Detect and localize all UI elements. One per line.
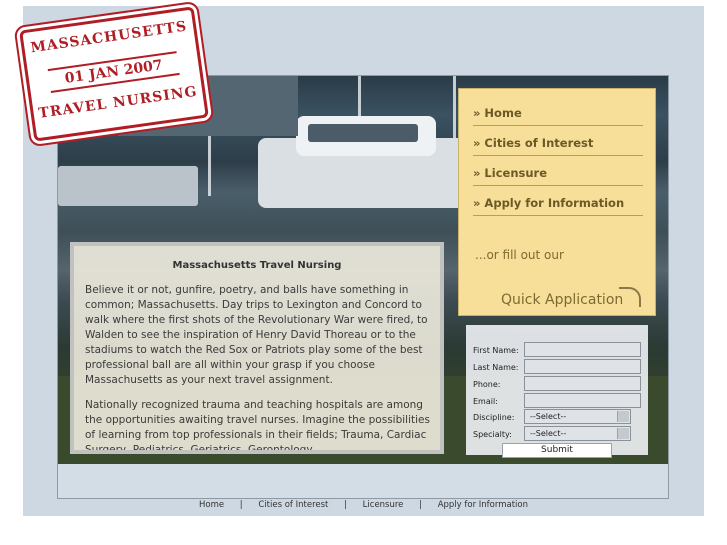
dropdown-arrow-icon bbox=[617, 428, 629, 439]
specialty-select-value: --Select-- bbox=[530, 429, 567, 438]
footer-separator: | bbox=[419, 500, 422, 510]
content-title: Massachusetts Travel Nursing bbox=[172, 260, 342, 271]
footer-nav: Home | Cities of Interest | Licensure | … bbox=[0, 500, 727, 510]
content-paragraph-2: Nationally recognized trauma and teachin… bbox=[85, 399, 430, 454]
nav-item-home[interactable]: » Home bbox=[473, 101, 643, 126]
last-name-label: Last Name: bbox=[473, 363, 519, 372]
footer-separator: | bbox=[239, 500, 243, 510]
email-input[interactable] bbox=[524, 393, 641, 408]
nav-item-cities[interactable]: » Cities of Interest bbox=[473, 131, 643, 156]
specialty-label: Specialty: bbox=[473, 430, 512, 439]
quick-application-link[interactable]: Quick Application bbox=[501, 292, 623, 308]
nav-panel: » Home » Cities of Interest » Licensure … bbox=[458, 88, 656, 316]
submit-button[interactable]: Submit bbox=[502, 443, 612, 458]
last-name-input[interactable] bbox=[524, 359, 641, 374]
nav-item-apply[interactable]: » Apply for Information bbox=[473, 191, 643, 216]
first-name-label: First Name: bbox=[473, 346, 519, 355]
footer-link-apply[interactable]: Apply for Information bbox=[438, 500, 528, 510]
content-panel: Massachusetts Travel Nursing Believe it … bbox=[70, 242, 444, 454]
discipline-label: Discipline: bbox=[473, 413, 515, 422]
stamp-date: 01 JAN 2007 bbox=[47, 51, 180, 93]
first-name-input[interactable] bbox=[524, 342, 641, 357]
phone-input[interactable] bbox=[524, 376, 641, 391]
discipline-select-value: --Select-- bbox=[530, 412, 567, 421]
footer-separator: | bbox=[344, 500, 347, 510]
content-paragraph-1: Believe it or not, gunfire, poetry, and … bbox=[85, 284, 428, 386]
footer-link-cities[interactable]: Cities of Interest bbox=[258, 500, 328, 510]
dropdown-arrow-icon bbox=[617, 411, 629, 422]
specialty-select[interactable]: --Select-- bbox=[524, 426, 631, 441]
quick-application-form: First Name: Last Name: Phone: Email: Dis… bbox=[466, 325, 648, 455]
swoosh-arrow-icon bbox=[619, 287, 641, 307]
nav-item-licensure[interactable]: » Licensure bbox=[473, 161, 643, 186]
phone-label: Phone: bbox=[473, 380, 501, 389]
footer-link-licensure[interactable]: Licensure bbox=[363, 500, 404, 510]
email-label: Email: bbox=[473, 397, 498, 406]
or-fill-text: ...or fill out our bbox=[475, 248, 564, 262]
footer-link-home[interactable]: Home bbox=[199, 500, 224, 510]
discipline-select[interactable]: --Select-- bbox=[524, 409, 631, 424]
